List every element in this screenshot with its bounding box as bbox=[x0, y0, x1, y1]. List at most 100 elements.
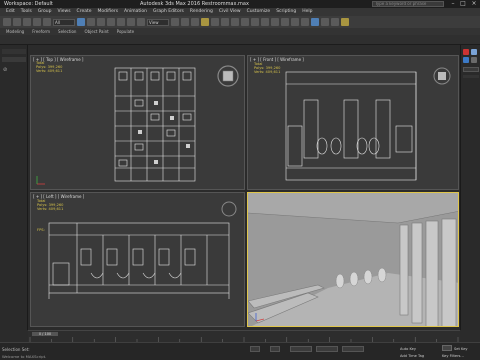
window-crossing-icon[interactable] bbox=[107, 18, 115, 26]
create-panel-icon[interactable] bbox=[463, 49, 469, 55]
object-type-dropdown[interactable] bbox=[463, 67, 479, 72]
render-production-icon[interactable] bbox=[341, 18, 349, 26]
maxscript-listener[interactable]: Welcome to MAXScript. bbox=[2, 354, 46, 359]
curve-editor-icon[interactable] bbox=[291, 18, 299, 26]
viewport-left[interactable]: [ + ] [ Left ] [ Wireframe ] Total Polys… bbox=[30, 192, 245, 327]
minimize-icon[interactable]: – bbox=[448, 0, 458, 8]
percent-snap-icon[interactable] bbox=[221, 18, 229, 26]
selection-filter-dropdown[interactable]: All bbox=[53, 18, 75, 26]
viewport-top-stats: Total Polys: 399,260 Verts: 409,611 bbox=[36, 61, 63, 74]
viewport-top[interactable]: [ + ] [ Top ] [ Wireframe ] bbox=[30, 55, 245, 190]
x-coordinate-field[interactable] bbox=[290, 346, 312, 352]
selection-set-label: Selection Set: bbox=[2, 347, 30, 352]
auto-key-button[interactable]: Auto Key bbox=[400, 347, 416, 351]
key-filters-button[interactable]: Key Filters... bbox=[442, 354, 464, 358]
unlink-icon[interactable] bbox=[33, 18, 41, 26]
render-setup-icon[interactable] bbox=[321, 18, 329, 26]
menu-help[interactable]: Help bbox=[302, 8, 312, 16]
reference-coordinate-dropdown[interactable]: View bbox=[147, 18, 169, 26]
top-wireframe bbox=[36, 65, 239, 185]
named-selection-icon[interactable] bbox=[241, 18, 249, 26]
material-editor-icon[interactable] bbox=[311, 18, 319, 26]
redo-icon[interactable] bbox=[13, 18, 21, 26]
mirror-icon[interactable] bbox=[251, 18, 259, 26]
filter-icon[interactable]: ⊘ bbox=[3, 67, 7, 73]
viewcube-icon[interactable] bbox=[217, 65, 239, 87]
timeline[interactable]: 0 / 100 bbox=[28, 330, 460, 343]
viewcube-icon-front[interactable] bbox=[433, 67, 451, 85]
close-icon[interactable]: × bbox=[469, 0, 479, 8]
menu-animation[interactable]: Animation bbox=[124, 8, 147, 16]
viewcube-icon-left[interactable] bbox=[221, 201, 237, 217]
set-key-icon[interactable] bbox=[442, 345, 452, 351]
main-toolbar: All View bbox=[0, 16, 480, 28]
menu-views[interactable]: Views bbox=[58, 8, 71, 16]
modify-panel-icon[interactable] bbox=[471, 49, 477, 55]
spinner-snap-icon[interactable] bbox=[231, 18, 239, 26]
title-bar: Workspace: Default Autodesk 3ds Max 2016… bbox=[0, 0, 480, 8]
command-panel bbox=[460, 45, 480, 330]
layer-manager-icon[interactable] bbox=[271, 18, 279, 26]
menu-customize[interactable]: Customize bbox=[247, 8, 271, 16]
motion-panel-icon[interactable] bbox=[471, 57, 477, 63]
rotate-icon[interactable] bbox=[127, 18, 135, 26]
select-by-name-icon[interactable] bbox=[87, 18, 95, 26]
menu-civil-view[interactable]: Civil View bbox=[219, 8, 241, 16]
ribbon-tabs: Modeling Freeform Selection Object Paint… bbox=[0, 28, 480, 35]
angle-snap-icon[interactable] bbox=[211, 18, 219, 26]
tab-populate[interactable]: Populate bbox=[117, 28, 134, 35]
select-object-icon[interactable] bbox=[77, 18, 85, 26]
z-coordinate-field[interactable] bbox=[342, 346, 364, 352]
absolute-mode-icon[interactable] bbox=[270, 346, 280, 352]
workspace-selector[interactable]: Workspace: Default bbox=[4, 0, 53, 8]
ribbon-panel bbox=[0, 35, 480, 45]
perspective-render bbox=[248, 193, 458, 326]
lock-selection-icon[interactable] bbox=[250, 346, 260, 352]
hierarchy-panel-icon[interactable] bbox=[463, 57, 469, 63]
scene-explorer-filter[interactable] bbox=[2, 57, 26, 62]
menu-modifiers[interactable]: Modifiers bbox=[98, 8, 119, 16]
menu-group[interactable]: Group bbox=[38, 8, 52, 16]
tab-freeform[interactable]: Freeform bbox=[32, 28, 50, 35]
front-wireframe bbox=[285, 67, 451, 181]
rectangular-selection-icon[interactable] bbox=[97, 18, 105, 26]
status-bar: Selection Set: Welcome to MAXScript. Aut… bbox=[0, 342, 480, 360]
window-title: Autodesk 3ds Max 2016 Restroommax.max bbox=[140, 1, 249, 7]
viewport-perspective[interactable] bbox=[247, 192, 459, 327]
menu-rendering[interactable]: Rendering bbox=[190, 8, 213, 16]
app-window: Workspace: Default Autodesk 3ds Max 2016… bbox=[0, 0, 480, 360]
scene-explorer-toolbar[interactable] bbox=[2, 49, 26, 54]
menu-graph-editors[interactable]: Graph Editors bbox=[153, 8, 184, 16]
maximize-icon[interactable]: □ bbox=[458, 0, 468, 8]
y-coordinate-field[interactable] bbox=[316, 346, 338, 352]
menu-create[interactable]: Create bbox=[77, 8, 92, 16]
undo-icon[interactable] bbox=[3, 18, 11, 26]
move-icon[interactable] bbox=[117, 18, 125, 26]
viewport-front[interactable]: [ + ] [ Front ] [ Wireframe ] Total Poly… bbox=[247, 55, 459, 190]
bind-space-warp-icon[interactable] bbox=[43, 18, 51, 26]
menu-edit[interactable]: Edit bbox=[6, 8, 15, 16]
link-icon[interactable] bbox=[23, 18, 31, 26]
snaps-toggle-icon[interactable] bbox=[201, 18, 209, 26]
menu-bar: Edit Tools Group Views Create Modifiers … bbox=[0, 8, 480, 16]
schematic-view-icon[interactable] bbox=[301, 18, 309, 26]
rendered-frame-icon[interactable] bbox=[331, 18, 339, 26]
pivot-center-icon[interactable] bbox=[171, 18, 179, 26]
scale-icon[interactable] bbox=[137, 18, 145, 26]
tab-modeling[interactable]: Modeling bbox=[6, 28, 24, 35]
object-type-rollout[interactable] bbox=[463, 75, 479, 78]
menu-tools[interactable]: Tools bbox=[21, 8, 32, 16]
left-wireframe bbox=[48, 201, 237, 299]
search-input[interactable]: Type a keyword or phrase bbox=[372, 1, 444, 7]
select-manipulate-icon[interactable] bbox=[181, 18, 189, 26]
tab-selection[interactable]: Selection bbox=[58, 28, 76, 35]
menu-scripting[interactable]: Scripting bbox=[276, 8, 296, 16]
axis-gizmo-icon bbox=[36, 176, 45, 185]
set-key-button[interactable]: Set Key bbox=[454, 347, 468, 351]
scene-explorer-panel: ⊘ bbox=[0, 45, 28, 330]
keyboard-shortcut-icon[interactable] bbox=[191, 18, 199, 26]
tab-object-paint[interactable]: Object Paint bbox=[84, 28, 108, 35]
graphite-toggle-icon[interactable] bbox=[281, 18, 289, 26]
add-time-tag-button[interactable]: Add Time Tag bbox=[400, 354, 424, 358]
align-icon[interactable] bbox=[261, 18, 269, 26]
